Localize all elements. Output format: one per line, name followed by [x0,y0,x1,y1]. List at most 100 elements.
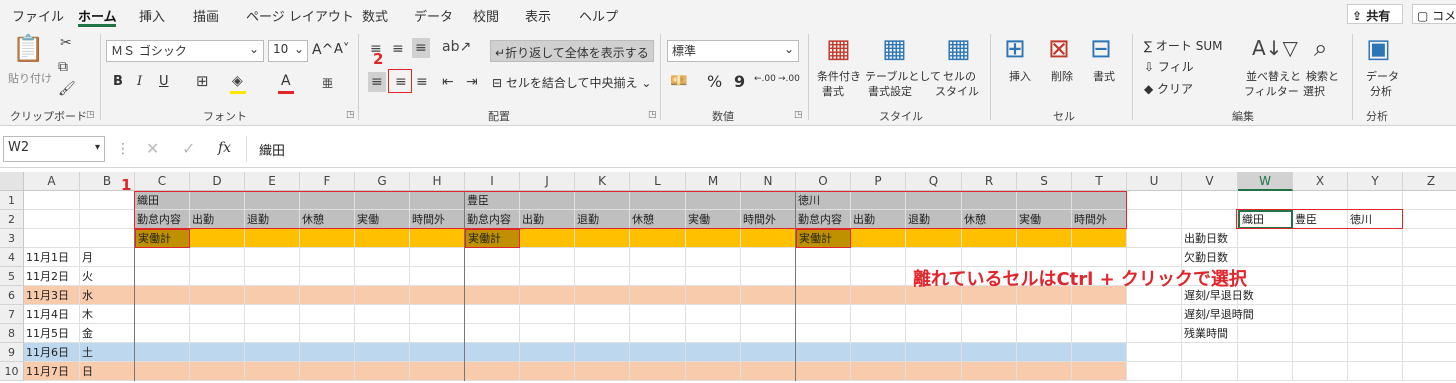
tab-view[interactable]: 表示 [525,6,551,25]
column-header[interactable]: M [686,172,741,191]
row-header[interactable]: 1 [0,191,24,210]
column-header[interactable]: I [465,172,520,191]
row-header[interactable]: 10 [0,362,24,381]
column-header[interactable]: Q [906,172,962,191]
decrease-indent-icon[interactable]: ⇤ [442,75,454,89]
tab-draw[interactable]: 描画 [193,6,219,25]
search-icon[interactable]: ⌕ [1314,36,1327,60]
align-bottom-icon[interactable]: ≡ [412,38,430,58]
column-header[interactable]: D [190,172,245,191]
tab-page-layout[interactable]: ページ レイアウト [246,6,354,25]
font-name-select[interactable]: ＭＳ ゴシック ⌄ [106,40,264,62]
percent-button[interactable]: % [707,72,722,91]
column-header[interactable]: S [1017,172,1072,191]
align-middle-icon[interactable]: ≡ [392,42,404,56]
column-header[interactable]: C [135,172,190,191]
paste-icon[interactable]: 📋 [12,36,44,62]
row-header[interactable]: 4 [0,248,24,267]
tab-data[interactable]: データ [414,6,453,25]
sort-filter-line1[interactable]: 並べ替えと [1246,68,1301,84]
row-header[interactable]: 6 [0,286,24,305]
weekday-cell[interactable]: 金 [80,324,135,343]
tab-review[interactable]: 校閲 [473,6,499,25]
align-right-icon[interactable]: ≡ [416,75,428,89]
increase-indent-icon[interactable]: ⇥ [466,75,478,89]
grow-font-button[interactable]: A^ [312,42,333,58]
paste-button[interactable]: 貼り付け [8,70,52,86]
column-header[interactable]: O [796,172,851,191]
column-header[interactable]: R [962,172,1017,191]
column-header[interactable]: G [355,172,410,191]
insert-cells-icon[interactable]: ⊞ [1004,36,1026,62]
total-label-cell[interactable]: 実働計 [465,229,520,248]
column-header[interactable]: P [851,172,906,191]
tab-file[interactable]: ファイル [12,6,64,25]
tab-formulas[interactable]: 数式 [362,6,388,25]
currency-icon[interactable]: 💴 [670,74,687,88]
date-cell[interactable]: 11月4日 [24,305,80,324]
number-launcher-icon[interactable]: ◳ [794,110,803,120]
format-table-line1[interactable]: テーブルとして [865,68,941,84]
weekday-cell[interactable]: 木 [80,305,135,324]
cut-icon[interactable]: ✂ [60,36,72,50]
increase-decimal-button[interactable]: ←.00 [754,74,776,84]
insert-cells-button[interactable]: 挿入 [1009,68,1031,84]
conditional-format-icon[interactable]: ▦ [826,36,851,62]
summary-label-cell[interactable]: 欠勤日数 [1182,248,1292,267]
weekday-cell[interactable]: 火 [80,267,135,286]
date-cell[interactable]: 11月5日 [24,324,80,343]
clipboard-launcher-icon[interactable]: ◳ [86,110,95,120]
column-header[interactable]: U [1127,172,1182,191]
sort-filter-icon[interactable]: A↓▽ [1252,38,1298,58]
tab-home[interactable]: ホーム [78,6,117,25]
analyze-data-line2[interactable]: 分析 [1370,83,1392,99]
column-header[interactable]: N [741,172,796,191]
shrink-font-button[interactable]: A˅ [334,42,349,57]
analyze-data-icon[interactable]: ▣ [1366,36,1391,62]
column-header[interactable]: E [245,172,300,191]
cell-styles-line2[interactable]: スタイル [935,83,979,99]
insert-function-button[interactable]: fx [218,140,231,156]
bold-button[interactable]: B [113,74,123,89]
select-all-corner[interactable] [0,172,24,191]
row-header[interactable]: 3 [0,229,24,248]
find-select-line2[interactable]: 選択 [1303,83,1325,99]
share-button[interactable]: ⇪ 共有 [1347,4,1403,24]
orientation-icon[interactable]: ab↗ [442,40,471,54]
decrease-decimal-button[interactable]: →.00 [778,74,800,84]
name-box[interactable]: W2 ▾ [3,136,105,162]
summary-label-cell[interactable]: 遅刻/早退時間 [1182,305,1292,324]
analyze-data-line1[interactable]: データ [1366,68,1399,84]
column-header[interactable]: K [575,172,630,191]
summary-label-cell[interactable]: 残業時間 [1182,324,1292,343]
date-cell[interactable]: 11月2日 [24,267,80,286]
font-color-button[interactable]: A [281,73,291,89]
summary-label-cell[interactable]: 遅刻/早退日数 [1182,286,1292,305]
format-table-icon[interactable]: ▦ [882,36,907,62]
alignment-launcher-icon[interactable]: ◳ [648,110,657,120]
sort-filter-line2[interactable]: フィルター [1244,83,1299,99]
format-painter-icon[interactable]: 🖌 [58,82,76,96]
column-header[interactable]: Z [1403,172,1456,191]
tab-help[interactable]: ヘルプ [579,6,618,25]
comma-button[interactable]: 9 [734,72,745,91]
fill-color-icon[interactable]: ◈ [232,74,243,88]
weekday-cell[interactable]: 日 [80,362,135,381]
phonetic-button[interactable]: 亜 [322,75,333,91]
row-header[interactable]: 5 [0,267,24,286]
weekday-cell[interactable]: 月 [80,248,135,267]
underline-button[interactable]: U [159,74,169,89]
column-header[interactable]: Y [1348,172,1403,191]
fill-button[interactable]: ⇩ フィル [1144,58,1194,75]
conditional-format-line2[interactable]: 書式 [822,83,844,99]
column-header[interactable]: V [1182,172,1238,191]
column-header[interactable]: L [630,172,686,191]
weekday-cell[interactable]: 水 [80,286,135,305]
date-cell[interactable]: 11月6日 [24,343,80,362]
conditional-format-line1[interactable]: 条件付き [817,68,861,84]
total-label-cell[interactable]: 実働計 [796,229,851,248]
delete-cells-button[interactable]: 削除 [1051,68,1073,84]
copy-icon[interactable]: ⧉ [58,60,68,74]
cell-styles-icon[interactable]: ▦ [946,36,971,62]
delete-cells-icon[interactable]: ⊠ [1048,36,1070,62]
